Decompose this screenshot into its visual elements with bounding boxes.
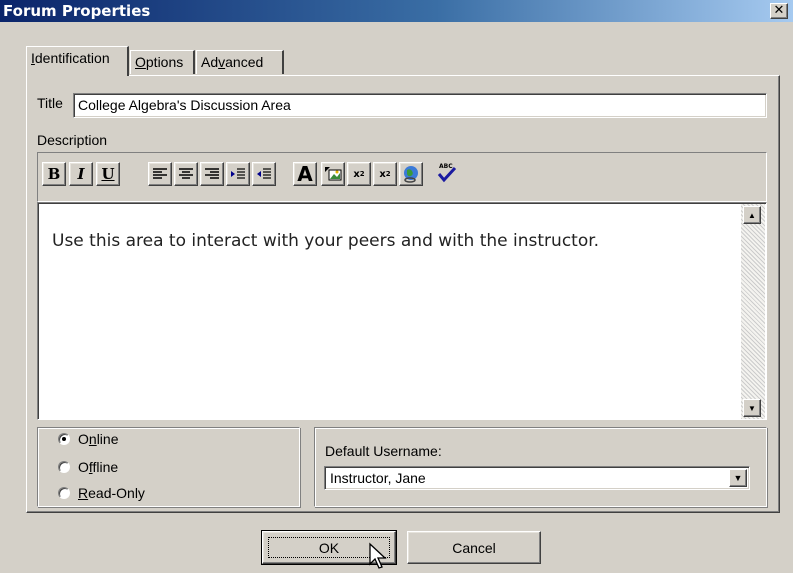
default-username-label: Default Username:	[325, 443, 442, 459]
cancel-button[interactable]: Cancel	[407, 531, 541, 564]
radio-read-only-button[interactable]	[58, 487, 70, 499]
font-icon[interactable]: A	[293, 162, 317, 186]
mouse-cursor-icon	[369, 542, 387, 569]
italic-icon[interactable]: I	[69, 162, 93, 186]
align-center-icon[interactable]	[174, 162, 198, 186]
formatting-toolbar: B I U A x2 x2 ABC	[37, 152, 767, 202]
radio-read-only-label: Read-Only	[78, 485, 145, 501]
title-input-value: College Algebra's Discussion Area	[78, 97, 291, 113]
tab-identification-label: Identification	[31, 50, 110, 66]
spell-check-icon[interactable]: ABC	[435, 160, 459, 184]
tab-options[interactable]: Options	[130, 50, 195, 74]
default-username-value: Instructor, Jane	[330, 470, 426, 486]
insert-link-icon[interactable]	[399, 162, 423, 186]
tab-options-label: Options	[135, 54, 184, 70]
outdent-icon[interactable]	[252, 162, 276, 186]
tab-advanced-label: Advanced	[201, 54, 264, 70]
title-input[interactable]: College Algebra's Discussion Area	[73, 93, 767, 118]
radio-offline[interactable]: Offline	[58, 459, 118, 475]
status-group: Online Offline Read-Only	[37, 427, 300, 507]
radio-online-button[interactable]	[58, 433, 70, 445]
radio-offline-button[interactable]	[58, 461, 70, 473]
window-title: Forum Properties	[3, 2, 151, 20]
indent-icon[interactable]	[226, 162, 250, 186]
cancel-button-label: Cancel	[452, 539, 496, 556]
default-username-select[interactable]: Instructor, Jane ▼	[324, 466, 750, 490]
radio-online[interactable]: Online	[58, 431, 118, 447]
description-text: Use this area to interact with your peer…	[52, 231, 600, 251]
bold-icon[interactable]: B	[42, 162, 66, 186]
radio-read-only[interactable]: Read-Only	[58, 485, 145, 501]
align-right-icon[interactable]	[200, 162, 224, 186]
description-label: Description	[37, 132, 108, 148]
subscript-icon[interactable]: x2	[347, 162, 371, 186]
underline-icon[interactable]: U	[96, 162, 120, 186]
scroll-down-icon[interactable]: ▼	[743, 399, 761, 417]
description-editor[interactable]: Use this area to interact with your peer…	[37, 202, 767, 420]
title-bar: Forum Properties ✕	[0, 0, 793, 22]
scroll-up-icon[interactable]: ▲	[743, 206, 761, 224]
tab-identification[interactable]: Identification	[26, 46, 129, 76]
insert-image-icon[interactable]	[321, 162, 345, 186]
superscript-icon[interactable]: x2	[373, 162, 397, 186]
radio-offline-label: Offline	[78, 459, 119, 475]
align-left-icon[interactable]	[148, 162, 172, 186]
close-icon[interactable]: ✕	[770, 3, 788, 19]
tab-advanced[interactable]: Advanced	[196, 50, 284, 74]
svg-text:ABC: ABC	[439, 163, 453, 170]
editor-scrollbar[interactable]: ▲ ▼	[741, 204, 765, 419]
title-label: Title	[37, 95, 63, 111]
radio-online-label: Online	[78, 431, 119, 447]
chevron-down-icon[interactable]: ▼	[729, 469, 747, 487]
